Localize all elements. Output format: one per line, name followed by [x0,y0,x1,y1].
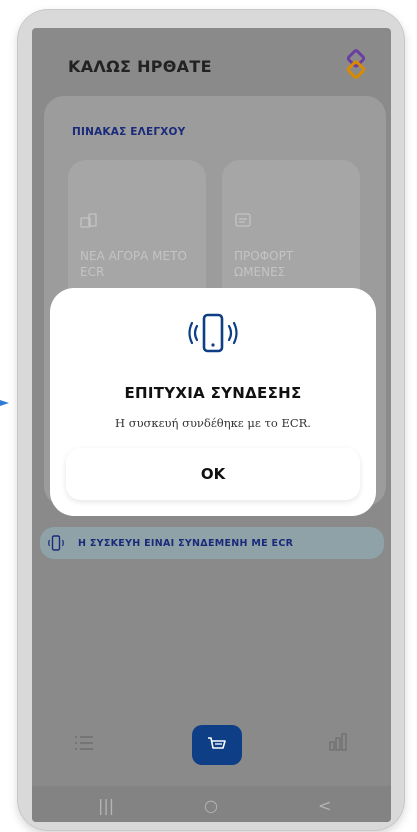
receipt-icon [235,213,251,227]
dialog-message: Η συσκευή συνδέθηκε με το ECR. [115,416,311,430]
connection-status-bar: Η ΣΥΣΚΕΥΗ ΕΙΝΑΙ ΣΥΝΔΕΜΕΝΗ ΜΕ ECR [40,527,384,559]
pos-terminal-icon [80,213,97,228]
tile-label: ΠΡΟΦΟΡΤ ΩΜΕΝΕΣ [234,249,294,279]
app-screen: ΚΑΛΩΣ ΗΡΘΑΤΕ ΠΙΝΑΚΑΣ ΕΛΕΓΧΟΥ ΝΕΑ ΑΓΟΡΑ Μ… [32,28,391,822]
phone-vibrate-icon [188,313,238,353]
ok-button[interactable]: OK [66,448,360,500]
system-nav-bar: ||| ○ < [32,786,391,822]
status-text: Η ΣΥΣΚΕΥΗ ΕΙΝΑΙ ΣΥΝΔΕΜΕΝΗ ΜΕ ECR [78,537,294,549]
cart-icon [208,737,226,749]
dialog-title: ΕΠΙΤΥΧΙΑ ΣΥΝΔΕΣΗΣ [124,384,302,402]
list-icon[interactable] [74,735,94,751]
page-title: ΚΑΛΩΣ ΗΡΘΑΤΕ [68,57,212,76]
edge-arrow-icon [0,400,9,406]
cart-nav-button[interactable] [192,725,242,765]
brand-logo-icon [346,49,366,79]
phone-vibrate-icon [48,535,64,551]
dashboard-heading: ΠΙΝΑΚΑΣ ΕΛΕΓΧΟΥ [72,126,186,138]
back-button[interactable]: < [318,796,331,815]
stats-icon[interactable] [328,733,348,751]
home-button[interactable]: ○ [204,796,218,815]
bottom-nav [32,721,391,771]
connection-success-dialog: ΕΠΙΤΥΧΙΑ ΣΥΝΔΕΣΗΣ Η συσκευή συνδέθηκε με… [50,288,376,516]
recents-button[interactable]: ||| [98,796,114,815]
tile-label: ΝΕΑ ΑΓΟΡΑ ΜΕΤΟ ECR [80,249,187,279]
